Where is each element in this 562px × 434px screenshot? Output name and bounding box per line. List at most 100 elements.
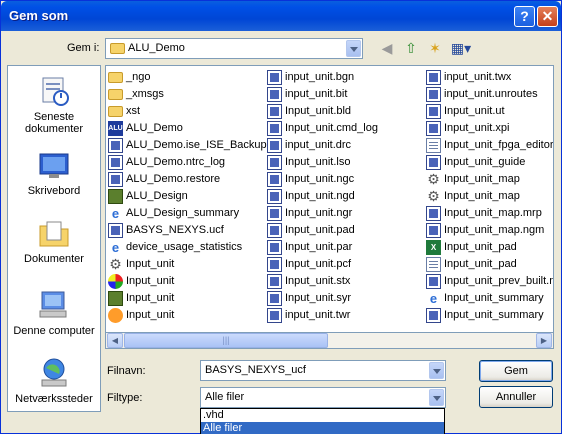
file-item[interactable]: e ALU_Design_summary <box>108 205 266 222</box>
file-item[interactable]: input_unit.bit <box>267 86 425 103</box>
file-name: Input_unit.stx <box>285 275 351 287</box>
file-item[interactable]: _xmsgs <box>108 86 266 103</box>
filetype-select[interactable]: Alle filer <box>200 387 446 408</box>
file-item[interactable]: ALU_Demo.ntrc_log <box>108 154 266 171</box>
place-recent-documents[interactable]: Seneste dokumenter <box>8 74 100 135</box>
file-item[interactable]: BASYS_NEXYS.ucf <box>108 222 266 239</box>
look-in-dropdown[interactable]: ALU_Demo <box>105 38 363 59</box>
file-item[interactable]: Input_unit_map.mrp <box>426 205 553 222</box>
file-item[interactable]: Input_unit.xpi <box>426 120 553 137</box>
file-name: Input_unit.xpi <box>444 122 510 134</box>
place-documents[interactable]: Dokumenter <box>8 216 100 265</box>
folder-file-icon <box>108 89 123 100</box>
file-item[interactable]: Input_unit.bld <box>267 103 425 120</box>
file-item[interactable]: e Input_unit_summary <box>426 290 553 307</box>
file-name: device_usage_statistics <box>126 241 243 253</box>
file-item[interactable]: ⚙ Input_unit_map <box>426 188 553 205</box>
grid-file-icon <box>426 70 441 85</box>
filetype-label: Filtype: <box>107 392 143 404</box>
file-name: ALU_Demo <box>126 122 183 134</box>
cancel-button[interactable]: Annuller <box>479 386 553 408</box>
file-name: Input_unit.par <box>285 241 353 253</box>
filename-field[interactable]: BASYS_NEXYS_ucf <box>200 360 446 381</box>
file-item[interactable]: input_unit.bgn <box>267 69 425 86</box>
file-item[interactable]: _ngo <box>108 69 266 86</box>
grid-file-icon <box>267 206 282 221</box>
grid-file-icon <box>267 104 282 119</box>
chevron-down-icon[interactable] <box>346 40 361 57</box>
file-item[interactable]: ⚙ Input_unit <box>108 256 266 273</box>
file-item[interactable]: Input_unit.syr <box>267 290 425 307</box>
file-item[interactable]: Input_unit.pad <box>267 222 425 239</box>
file-item[interactable]: input_unit.unroutes <box>426 86 553 103</box>
chevron-down-icon[interactable] <box>429 389 444 406</box>
doc-file-icon <box>426 257 441 272</box>
scrollbar-thumb[interactable]: ||| <box>124 333 328 348</box>
title-bar: Gem som ? ✕ <box>1 1 561 31</box>
gear-file-icon: ⚙ <box>427 171 440 187</box>
file-name: Input_unit.lso <box>285 156 351 168</box>
up-folder-icon[interactable]: ⇧ <box>401 38 421 58</box>
scroll-right-icon[interactable]: ▶ <box>536 333 552 348</box>
file-item[interactable]: Input_unit.par <box>267 239 425 256</box>
file-item[interactable]: input_unit.twx <box>426 69 553 86</box>
place-label: Dokumenter <box>24 253 84 265</box>
place-my-computer[interactable]: Denne computer <box>8 288 100 337</box>
scroll-left-icon[interactable]: ◀ <box>107 333 123 348</box>
file-item[interactable]: Input_unit_fpga_editor <box>426 137 553 154</box>
file-item[interactable]: ALU_Design <box>108 188 266 205</box>
file-item[interactable]: Input_unit_summary <box>426 307 553 324</box>
grid-file-icon <box>267 138 282 153</box>
file-item[interactable]: Input_unit <box>108 273 266 290</box>
close-button[interactable]: ✕ <box>537 6 558 27</box>
chevron-down-icon[interactable] <box>429 362 444 379</box>
file-item[interactable]: Input_unit_map.ngm <box>426 222 553 239</box>
file-name: Input_unit.cmd_log <box>285 122 378 134</box>
file-name: input_unit.bgn <box>285 71 355 83</box>
file-item[interactable]: ALU_Demo.ise_ISE_Backup <box>108 137 267 154</box>
save-button[interactable]: Gem <box>479 360 553 382</box>
file-item[interactable]: X Input_unit_pad <box>426 239 553 256</box>
help-button[interactable]: ? <box>514 6 535 27</box>
file-item[interactable]: ⚙ Input_unit_map <box>426 171 553 188</box>
file-item[interactable]: Input_unit.pcf <box>267 256 425 273</box>
file-name: Input_unit_map.ngm <box>444 224 545 236</box>
filetype-option[interactable]: .vhd <box>201 409 444 422</box>
folder-file-icon <box>108 72 123 83</box>
place-network[interactable]: Netværkssteder <box>8 356 100 405</box>
grid-file-icon <box>267 291 282 306</box>
file-item[interactable]: ALU ALU_Demo <box>108 120 266 137</box>
file-item[interactable]: Input_unit.cmd_log <box>267 120 425 137</box>
file-item[interactable]: Input_unit.ngd <box>267 188 425 205</box>
filetype-option-selected[interactable]: Alle filer <box>201 422 444 434</box>
folder-file-icon <box>108 106 123 117</box>
horizontal-scrollbar[interactable]: ◀ ||| ▶ <box>105 332 554 349</box>
file-item[interactable]: Input_unit <box>108 290 266 307</box>
new-folder-icon[interactable]: ✶ <box>425 38 445 58</box>
file-item[interactable]: Input_unit.ngc <box>267 171 425 188</box>
file-name: Input_unit <box>126 292 175 304</box>
file-column: input_unit.twx input_unit.unroutes Input_u… <box>426 69 553 324</box>
back-arrow-icon[interactable]: ◀ <box>377 38 397 58</box>
file-item[interactable]: Input_unit <box>108 307 266 324</box>
file-item[interactable]: Input_unit_guide <box>426 154 553 171</box>
file-list[interactable]: _ngo _xmsgs xst ALU ALU_Demo ALU_Demo.ise_ISE… <box>105 65 554 349</box>
grid-file-icon <box>267 257 282 272</box>
file-item[interactable]: Input_unit_prev_built.n <box>426 273 553 290</box>
grid-file-icon <box>267 121 282 136</box>
file-item[interactable]: Input_unit.ngr <box>267 205 425 222</box>
views-menu-icon[interactable]: ▦▾ <box>449 38 473 58</box>
file-item[interactable]: Input_unit_pad <box>426 256 553 273</box>
place-label: Denne computer <box>13 325 95 337</box>
file-item[interactable]: e device_usage_statistics <box>108 239 266 256</box>
file-item[interactable]: Input_unit.stx <box>267 273 425 290</box>
file-item[interactable]: ALU_Demo.restore <box>108 171 266 188</box>
file-item[interactable]: Input_unit.ut <box>426 103 553 120</box>
file-name: Input_unit <box>126 275 175 287</box>
file-item[interactable]: input_unit.twr <box>267 307 425 324</box>
file-item[interactable]: Input_unit.lso <box>267 154 425 171</box>
file-item[interactable]: input_unit.drc <box>267 137 425 154</box>
file-item[interactable]: xst <box>108 103 266 120</box>
chip-file-icon <box>108 291 123 306</box>
place-desktop[interactable]: Skrivebord <box>8 148 100 197</box>
